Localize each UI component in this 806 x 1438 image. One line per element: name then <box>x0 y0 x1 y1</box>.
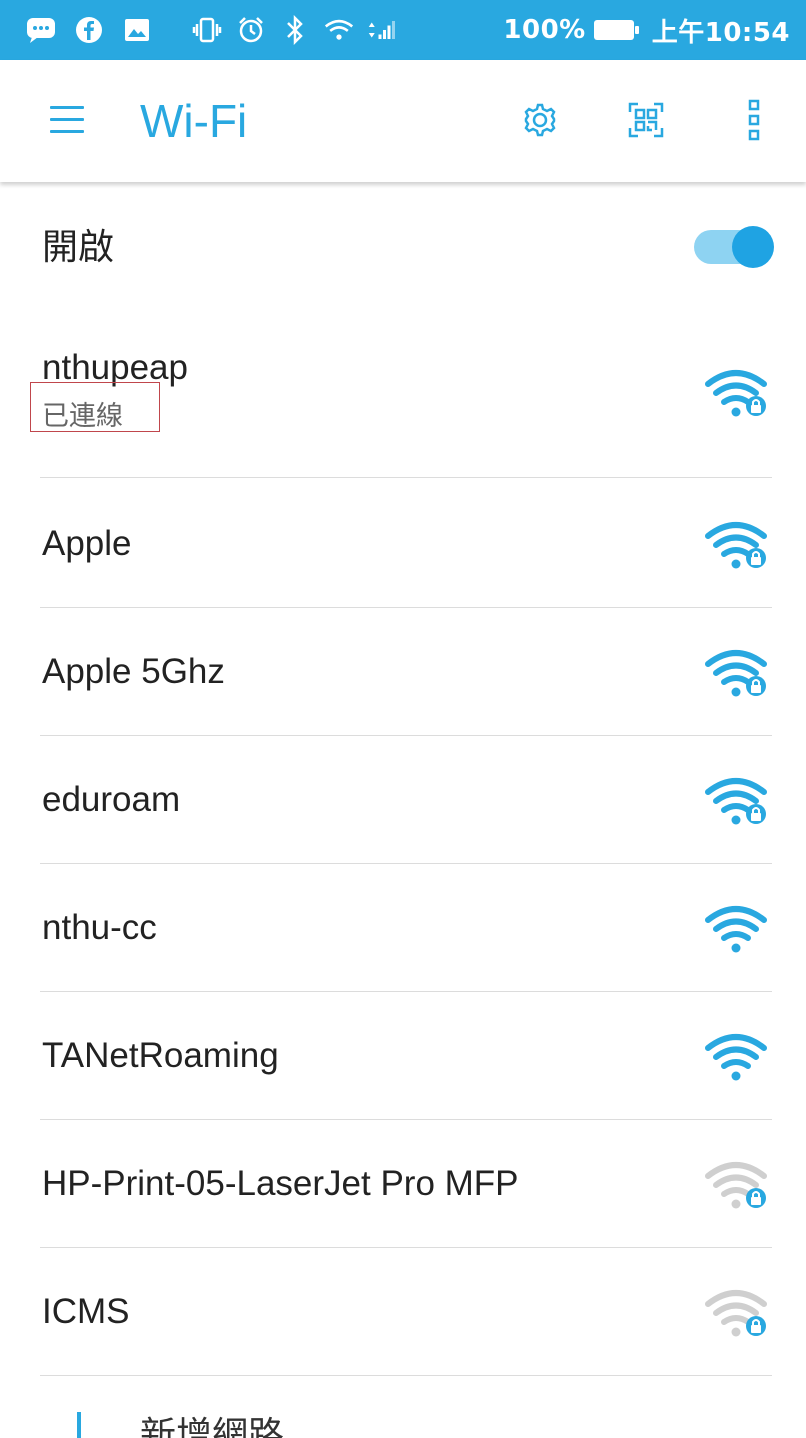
wifi-status-icon <box>324 15 354 45</box>
wifi-lock-icon <box>702 1158 772 1214</box>
page-title: Wi-Fi <box>140 95 248 147</box>
network-ssid: HP-Print-05-LaserJet Pro MFP <box>42 1164 519 1203</box>
wifi-toggle-row[interactable]: 開啟 <box>0 190 806 300</box>
facebook-icon <box>74 15 104 45</box>
network-ssid: eduroam <box>42 780 181 819</box>
network-ssid: nthu-cc <box>42 908 157 947</box>
network-item[interactable]: nthu-cc <box>0 864 806 992</box>
more-vert-icon[interactable] <box>732 98 776 142</box>
battery-icon <box>593 20 639 40</box>
wifi-lock-icon <box>702 366 772 422</box>
divider <box>40 1375 772 1376</box>
status-bar: 100% 上午10:54 <box>0 0 806 60</box>
signal-icon <box>368 15 398 45</box>
wifi-switch[interactable] <box>694 226 774 268</box>
chat-icon <box>26 15 56 45</box>
wifi-icon <box>702 1030 772 1086</box>
wifi-lock-icon <box>702 646 772 702</box>
menu-icon[interactable] <box>50 106 84 134</box>
qr-scan-icon[interactable] <box>624 98 668 142</box>
wifi-icon <box>702 902 772 958</box>
alarm-icon <box>236 15 266 45</box>
gear-icon[interactable] <box>518 98 562 142</box>
network-item[interactable]: eduroam <box>0 736 806 864</box>
network-status: 已連線 <box>42 401 123 432</box>
network-item[interactable]: Apple 5Ghz <box>0 608 806 736</box>
network-ssid: Apple 5Ghz <box>42 652 225 691</box>
wifi-toggle-label: 開啟 <box>42 227 115 268</box>
image-icon <box>122 15 152 45</box>
network-ssid: Apple <box>42 524 132 563</box>
bluetooth-icon <box>280 15 310 45</box>
add-network-row[interactable]: 新增網路 <box>0 1398 806 1438</box>
network-item[interactable]: nthupeap 已連線 <box>0 320 806 478</box>
network-item[interactable]: HP-Print-05-LaserJet Pro MFP <box>0 1120 806 1248</box>
vibrate-icon <box>192 15 222 45</box>
network-ssid: TANetRoaming <box>42 1036 279 1075</box>
wifi-lock-icon <box>702 774 772 830</box>
battery-percent: 100% <box>503 15 586 45</box>
network-item[interactable]: ICMS <box>0 1248 806 1376</box>
plus-icon <box>62 1412 96 1438</box>
network-ssid: ICMS <box>42 1292 130 1331</box>
divider <box>40 477 772 478</box>
network-item[interactable]: TANetRoaming <box>0 992 806 1120</box>
wifi-lock-icon <box>702 518 772 574</box>
network-item[interactable]: Apple <box>0 480 806 608</box>
app-toolbar: Wi-Fi <box>0 60 806 182</box>
add-network-label: 新增網路 <box>140 1415 285 1438</box>
clock: 上午10:54 <box>651 17 790 48</box>
wifi-lock-icon <box>702 1286 772 1342</box>
